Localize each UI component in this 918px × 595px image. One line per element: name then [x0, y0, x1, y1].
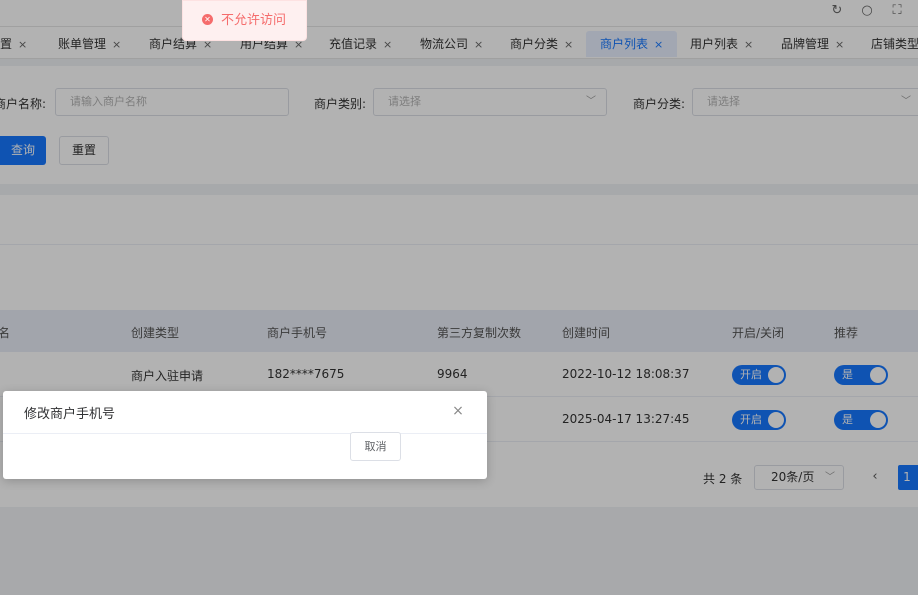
- dialog-title: 修改商户手机号: [24, 407, 116, 422]
- error-circle-icon: ✕: [202, 14, 213, 25]
- close-icon[interactable]: ×: [451, 404, 465, 418]
- cancel-button[interactable]: 取消: [350, 432, 401, 461]
- error-toast: ✕ 不允许访问: [182, 0, 307, 41]
- modal-overlay[interactable]: [0, 0, 918, 595]
- divider: [3, 433, 487, 434]
- toast-message: 不允许访问: [221, 13, 287, 28]
- edit-phone-dialog: 修改商户手机号 × 取消: [3, 391, 487, 479]
